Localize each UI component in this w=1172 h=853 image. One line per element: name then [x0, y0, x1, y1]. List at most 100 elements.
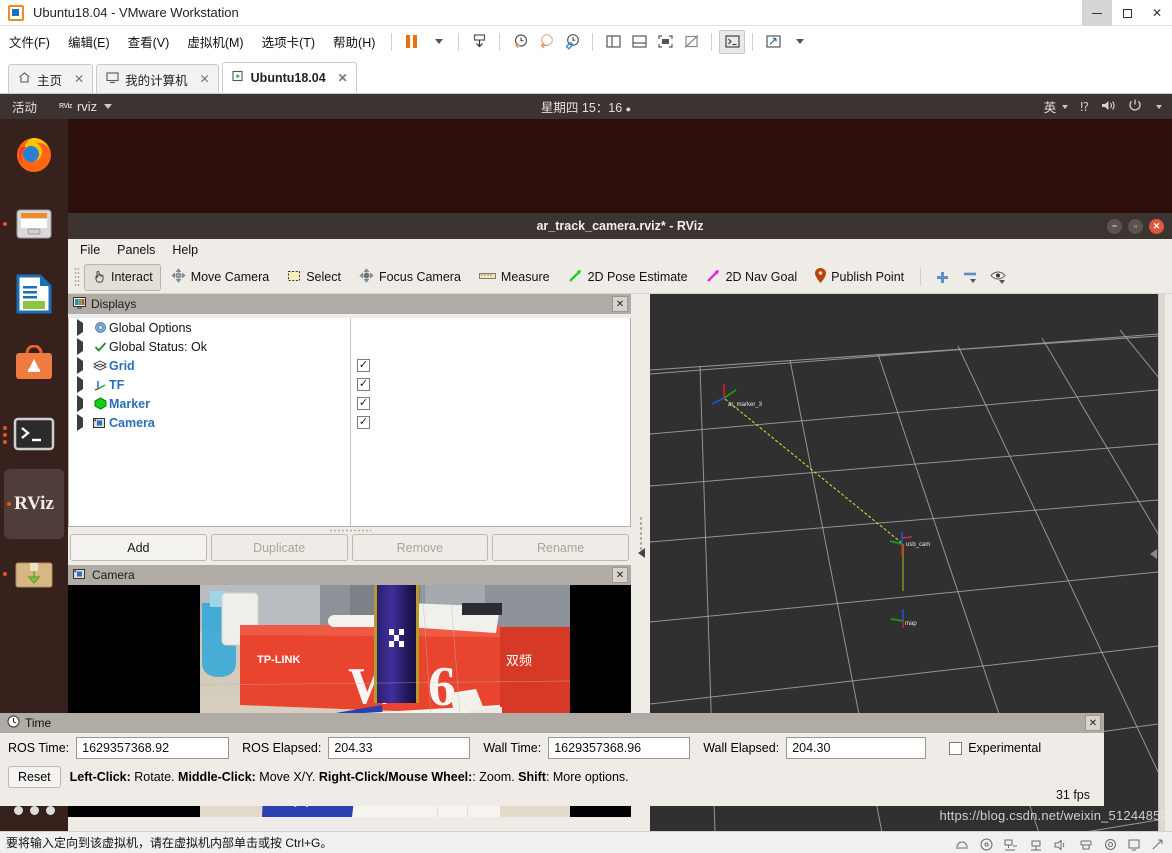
snapshot-revert-icon[interactable]	[533, 30, 559, 54]
send-to-icon[interactable]	[466, 30, 492, 54]
maximize-button[interactable]: ▫	[1128, 218, 1143, 234]
add-button[interactable]: Add	[70, 534, 207, 561]
dock-item-ubuntu-software[interactable]	[0, 329, 68, 399]
expand-arrow-icon[interactable]	[77, 414, 91, 431]
expand-arrow-icon[interactable]	[77, 357, 91, 374]
split-view-icon[interactable]	[600, 30, 626, 54]
tool-measure[interactable]: Measure	[471, 265, 558, 289]
view-scrollbar[interactable]	[1158, 294, 1165, 853]
expand-caret-icon[interactable]	[786, 30, 812, 54]
camera-checkbox[interactable]: ✓	[357, 416, 370, 429]
input-method-indicator[interactable]: 英	[1044, 97, 1069, 116]
menu-tabs[interactable]: 选项卡(T)	[253, 29, 324, 54]
tree-item-tf[interactable]: TF ✓	[69, 375, 630, 394]
tab-home[interactable]: 主页 ✕	[8, 64, 94, 93]
pause-icon[interactable]	[399, 30, 425, 54]
vmware-statusbar: 要将输入定向到该虚拟机，请在虚拟机内部单击或按 Ctrl+G。	[0, 831, 1172, 853]
mouse-hint: Left-Click: Rotate. Middle-Click: Move X…	[70, 770, 629, 784]
ros-time-field[interactable]: 1629357368.92	[76, 737, 230, 759]
minimize-button[interactable]	[1082, 0, 1112, 26]
tree-item-marker[interactable]: Marker ✓	[69, 394, 630, 413]
snapshot-manager-icon[interactable]	[559, 30, 585, 54]
expand-arrow-icon[interactable]	[77, 395, 91, 412]
minimize-button[interactable]: −	[1107, 218, 1122, 234]
tree-item-global-options[interactable]: Global Options	[69, 318, 630, 337]
rename-button[interactable]: Rename	[492, 534, 629, 561]
menu-help[interactable]: Help	[172, 243, 198, 257]
dock-item-libreoffice-writer[interactable]	[0, 259, 68, 329]
dock-item-archive-manager[interactable]	[0, 539, 68, 609]
close-icon[interactable]: ✕	[1085, 715, 1101, 731]
menu-file[interactable]: File	[80, 243, 100, 257]
eye-icon[interactable]	[985, 265, 1011, 289]
wall-time-field[interactable]: 1629357368.96	[548, 737, 691, 759]
wall-elapsed-field[interactable]: 204.30	[786, 737, 927, 759]
menu-file[interactable]: 文件(F)	[0, 29, 59, 54]
tab-close-icon[interactable]: ✕	[200, 72, 210, 86]
dock-item-terminal[interactable]	[0, 399, 68, 469]
menu-edit[interactable]: 编辑(E)	[59, 29, 119, 54]
menu-panels[interactable]: Panels	[117, 243, 155, 257]
close-icon[interactable]: ✕	[612, 567, 628, 583]
tree-item-global-status[interactable]: Global Status: Ok	[69, 337, 630, 356]
menu-vm[interactable]: 虚拟机(M)	[178, 29, 252, 54]
expand-icon[interactable]	[760, 30, 786, 54]
dock-item-rviz[interactable]: RViz	[4, 469, 64, 539]
power-icon[interactable]	[1128, 98, 1142, 115]
expand-arrow-icon[interactable]	[77, 338, 91, 355]
menu-view[interactable]: 查看(V)	[119, 29, 179, 54]
tree-item-camera[interactable]: Camera ✓	[69, 413, 630, 432]
stacked-view-icon[interactable]	[626, 30, 652, 54]
menu-help[interactable]: 帮助(H)	[324, 29, 384, 54]
tool-select[interactable]: Select	[279, 264, 349, 291]
tool-publish-point[interactable]: Publish Point	[807, 263, 912, 291]
tool-interact[interactable]: Interact	[84, 263, 161, 291]
tree-item-grid[interactable]: Grid ✓	[69, 356, 630, 375]
plus-icon[interactable]	[929, 265, 955, 289]
tab-close-icon[interactable]: ✕	[74, 72, 84, 86]
rviz-window-title: ar_track_camera.rviz* - RViz	[536, 219, 704, 233]
clock-time: 15：16	[581, 101, 623, 115]
collapse-right-arrow-icon[interactable]	[1150, 549, 1157, 559]
remove-button[interactable]: Remove	[351, 534, 489, 561]
tool-2d-pose-estimate[interactable]: 2D Pose Estimate	[560, 263, 696, 291]
close-icon[interactable]: ✕	[612, 296, 628, 312]
splitter-grip[interactable]	[639, 516, 643, 552]
expand-arrow-icon[interactable]	[77, 376, 91, 393]
tool-focus-camera[interactable]: Focus Camera	[351, 263, 469, 291]
accessibility-icon[interactable]: ⁉	[1080, 100, 1089, 114]
volume-icon[interactable]	[1101, 99, 1116, 115]
close-button[interactable]: ✕	[1142, 0, 1172, 26]
tool-2d-nav-goal[interactable]: 2D Nav Goal	[698, 263, 806, 291]
duplicate-button[interactable]: Duplicate	[210, 534, 348, 561]
close-button[interactable]: ✕	[1149, 218, 1164, 234]
reset-button[interactable]: Reset	[8, 766, 61, 788]
tool-move-camera[interactable]: Move Camera	[163, 263, 278, 291]
console-icon[interactable]	[719, 29, 746, 54]
snapshot-add-icon[interactable]	[507, 30, 533, 54]
unity-off-icon[interactable]	[678, 30, 704, 54]
tab-ubuntu1804[interactable]: Ubuntu18.04 ✕	[221, 62, 357, 93]
tab-my-computer[interactable]: 我的计算机 ✕	[96, 64, 219, 93]
toolbar-drag-handle[interactable]	[74, 267, 80, 287]
experimental-checkbox[interactable]	[949, 741, 963, 755]
experimental-checkbox-group[interactable]: Experimental	[949, 741, 1041, 755]
chevron-down-icon[interactable]	[1156, 104, 1162, 109]
tf-axes-icon	[91, 378, 109, 391]
dock-item-files[interactable]	[0, 189, 68, 259]
maximize-button[interactable]	[1112, 0, 1142, 26]
expand-arrow-icon[interactable]	[77, 319, 91, 336]
marker-checkbox[interactable]: ✓	[357, 397, 370, 410]
tab-close-icon[interactable]: ✕	[338, 71, 348, 85]
ros-elapsed-field[interactable]: 204.33	[328, 737, 471, 759]
collapse-left-arrow-icon[interactable]	[637, 548, 645, 558]
dock-item-firefox[interactable]	[0, 119, 68, 189]
clock[interactable]: 星期四 15：16 ●	[0, 97, 1172, 116]
displays-tree[interactable]: Global Options Global Status: Ok Grid ✓ …	[68, 318, 631, 527]
pause-dropdown-caret-icon[interactable]	[425, 30, 451, 54]
minus-icon[interactable]	[957, 265, 983, 289]
fullscreen-icon[interactable]	[652, 30, 678, 54]
tf-checkbox[interactable]: ✓	[357, 378, 370, 391]
grid-checkbox[interactable]: ✓	[357, 359, 370, 372]
displays-resize-grip[interactable]	[68, 527, 631, 534]
